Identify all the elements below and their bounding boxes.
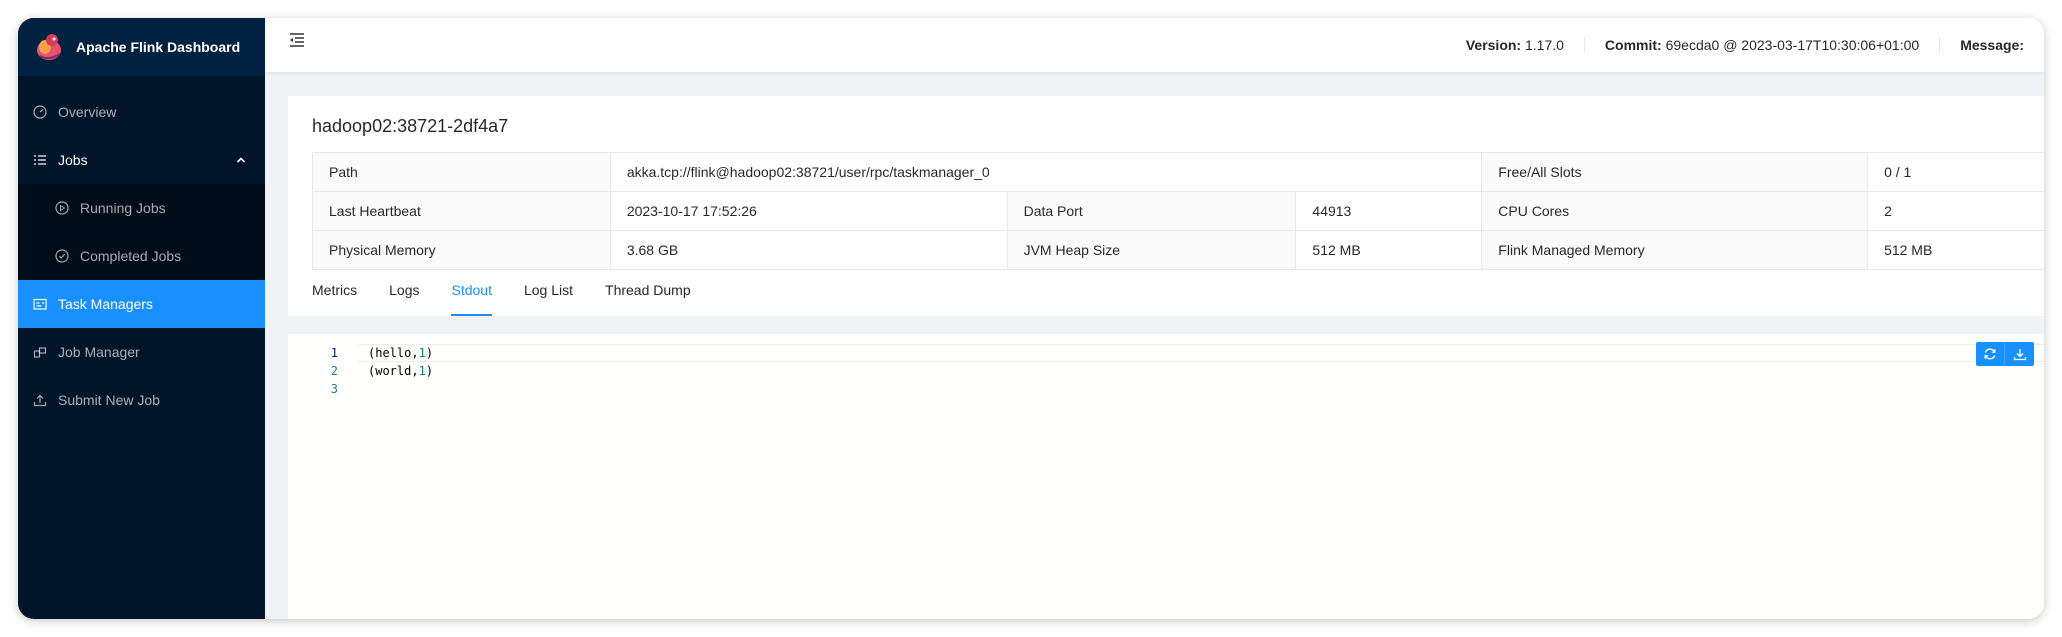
heap-value: 512 MB [1295,230,1483,270]
sidebar-item-job-manager[interactable]: Job Manager [18,328,265,376]
reload-icon [1984,348,1996,360]
line-number: 2 [330,364,338,378]
sidebar-item-label: Jobs [58,152,88,168]
sidebar-item-label: Task Managers [58,296,153,312]
dataport-value: 44913 [1295,191,1483,231]
line-number: 1 [330,346,338,360]
app-title: Apache Flink Dashboard [76,39,241,55]
tab-logs[interactable]: Logs [389,282,419,316]
version-info: Version: 1.17.0 Commit: 69ecda0 @ 2023-0… [1446,18,2044,72]
editor-line: 2 (world,1) [288,362,2044,380]
page-title: hadoop02:38721-2df4a7 [312,116,509,136]
code-number: 1 [418,346,426,360]
download-button[interactable] [2005,342,2034,366]
code-text: ) [425,346,434,360]
flink-logo-icon [32,30,66,64]
slots-label: Free/All Slots [1481,152,1869,192]
current-line-highlight [358,344,2044,362]
sidebar-item-jobs[interactable]: Jobs [18,136,265,184]
version-label: Version: [1465,37,1522,53]
check-circle-icon [54,248,70,264]
commit-value: 69ecda0 @ 2023-03-17T10:30:06+01:00 [1665,37,1920,53]
code-number: 1 [418,364,426,378]
schedule-icon [32,296,48,312]
commit-label: Commit: [1604,37,1662,53]
upload-icon [32,392,48,408]
stdout-editor[interactable]: 1 (hello,1) 2 (world,1) 3 [288,334,2044,619]
sidebar-item-running-jobs[interactable]: Running Jobs [18,184,265,232]
message-label: Message: [1960,37,2024,53]
path-label: Path [312,152,611,192]
sidebar: Apache Flink Dashboard Overview Jobs Run… [18,18,265,619]
sidebar-item-label: Job Manager [58,344,140,360]
browser-window: Apache Flink Dashboard Overview Jobs Run… [18,18,2044,619]
table-row: Path akka.tcp://flink@hadoop02:38721/use… [312,152,2044,192]
dataport-label: Data Port [1006,191,1297,231]
message-segment: Message: [1939,37,2044,53]
build-icon [32,344,48,360]
taskmanager-tabs: Metrics Logs Stdout Log List Thread Dump [312,282,723,316]
editor-actions [1976,342,2034,366]
tab-stdout[interactable]: Stdout [451,282,493,316]
chevron-up-icon [235,153,247,169]
sidebar-item-label: Submit New Job [58,392,160,408]
sidebar-menu: Overview Jobs Running Jobs Completed Job… [18,88,265,424]
sidebar-logo[interactable]: Apache Flink Dashboard [18,18,265,76]
table-row: Last Heartbeat 2023-10-17 17:52:26 Data … [312,191,2044,231]
heartbeat-label: Last Heartbeat [312,191,611,231]
heartbeat-value: 2023-10-17 17:52:26 [609,191,1008,231]
download-icon [2013,349,2026,361]
play-circle-icon [54,200,70,216]
menu-fold-icon[interactable] [287,30,307,50]
editor-line: 1 (hello,1) [288,344,2044,362]
tab-log-list[interactable]: Log List [524,282,573,316]
code-text: ) [425,364,434,378]
sidebar-item-label: Completed Jobs [80,248,182,264]
sidebar-item-submit-new-job[interactable]: Submit New Job [18,376,265,424]
top-header: Version: 1.17.0 Commit: 69ecda0 @ 2023-0… [265,18,2044,72]
version-segment: Version: 1.17.0 [1446,37,1584,53]
code-text: (hello, [368,346,419,360]
sidebar-item-label: Overview [58,104,117,120]
editor-line: 3 [288,380,2044,398]
tab-metrics[interactable]: Metrics [312,282,357,316]
taskmanager-descriptions: Path akka.tcp://flink@hadoop02:38721/use… [312,152,2044,270]
code-text: (world, [368,364,419,378]
path-value: akka.tcp://flink@hadoop02:38721/user/rpc… [609,152,1483,192]
line-content: (hello,1) [368,344,433,362]
bars-icon [32,152,48,168]
physmem-value: 3.68 GB [609,230,1008,270]
sidebar-item-overview[interactable]: Overview [18,88,265,136]
managed-value: 512 MB [1867,230,2044,270]
commit-segment: Commit: 69ecda0 @ 2023-03-17T10:30:06+01… [1583,37,1939,53]
sidebar-item-label: Running Jobs [80,200,166,216]
tab-thread-dump[interactable]: Thread Dump [605,282,691,316]
heap-label: JVM Heap Size [1006,230,1297,270]
physmem-label: Physical Memory [312,230,611,270]
taskmanager-panel: hadoop02:38721-2df4a7 Path akka.tcp://fl… [288,96,2044,316]
reload-button[interactable] [1976,342,2005,366]
line-number: 3 [330,382,338,396]
cpu-label: CPU Cores [1481,191,1869,231]
managed-label: Flink Managed Memory [1481,230,1869,270]
dashboard-icon [32,104,48,120]
line-content: (world,1) [368,362,433,380]
slots-value: 0 / 1 [1867,152,2044,192]
sidebar-item-completed-jobs[interactable]: Completed Jobs [18,232,265,280]
section-divider [288,316,2044,334]
sidebar-item-task-managers[interactable]: Task Managers [18,280,265,328]
cpu-value: 2 [1867,191,2044,231]
version-value: 1.17.0 [1524,37,1564,53]
table-row: Physical Memory 3.68 GB JVM Heap Size 51… [312,230,2044,270]
